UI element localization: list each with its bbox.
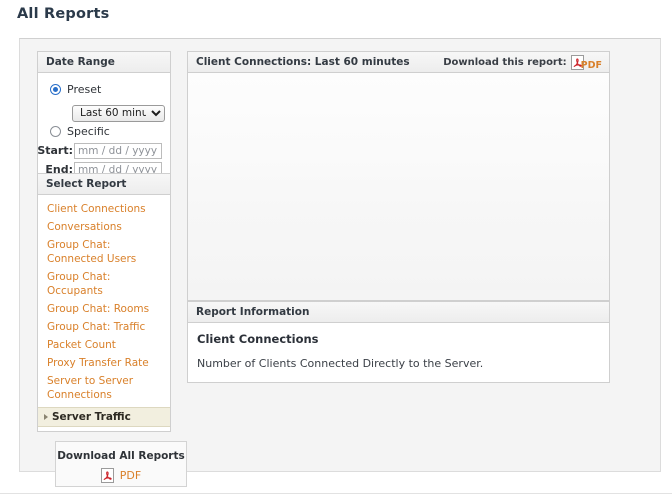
report-list-item-selected[interactable]: Server Traffic xyxy=(38,407,170,427)
start-date-row: Start: xyxy=(37,142,164,159)
download-report-pdf-link[interactable]: PDF xyxy=(570,52,605,72)
start-date-label: Start: xyxy=(37,144,73,157)
download-all-reports-title: Download All Reports xyxy=(57,450,185,462)
date-range-header: Date Range xyxy=(38,52,170,73)
select-report-panel: Select Report Client Connections Conversa… xyxy=(37,173,171,432)
pdf-icon xyxy=(100,468,114,483)
report-information-body: Client Connections Number of Clients Con… xyxy=(188,323,609,382)
chart-area xyxy=(188,73,609,300)
report-list-item[interactable]: Group Chat: Occupants xyxy=(38,268,170,300)
page-bottom-divider xyxy=(0,493,672,494)
report-list-item[interactable]: Client Connections xyxy=(38,200,170,218)
chart-panel: Client Connections: Last 60 minutes Down… xyxy=(187,51,610,301)
report-list-item[interactable]: Group Chat: Connected Users xyxy=(38,236,170,268)
select-report-header: Select Report xyxy=(38,174,170,195)
report-list-item[interactable]: Conversations xyxy=(38,218,170,236)
report-information-description: Number of Clients Connected Directly to … xyxy=(197,357,484,370)
content-frame: Date Range Preset Last 60 minutes Specif… xyxy=(19,38,661,487)
preset-radio[interactable] xyxy=(50,84,61,95)
chart-title: Client Connections: Last 60 minutes xyxy=(196,56,410,68)
download-all-pdf-label: PDF xyxy=(119,469,142,482)
report-information-header: Report Information xyxy=(188,302,609,323)
download-report-pdf-label: PDF xyxy=(580,60,602,71)
specific-radio-row[interactable]: Specific xyxy=(50,123,164,140)
specific-radio[interactable] xyxy=(50,125,61,137)
download-report-group: Download this report: PDF xyxy=(443,52,605,72)
report-information-panel: Report Information Client Connections Nu… xyxy=(187,301,610,383)
page-title: All Reports xyxy=(17,6,110,22)
chart-panel-header: Client Connections: Last 60 minutes Down… xyxy=(188,52,609,73)
report-list-item[interactable]: Group Chat: Rooms xyxy=(38,300,170,318)
report-list-item[interactable]: Server to Server Connections xyxy=(38,372,170,404)
date-range-body: Preset Last 60 minutes Specific Start: E… xyxy=(37,73,170,187)
report-list-item[interactable]: Proxy Transfer Rate xyxy=(38,354,170,372)
report-information-name: Client Connections xyxy=(197,332,319,346)
preset-select-wrapper: Last 60 minutes xyxy=(72,101,165,122)
specific-radio-label: Specific xyxy=(67,124,110,138)
preset-radio-label: Preset xyxy=(67,83,102,96)
preset-radio-row[interactable]: Preset xyxy=(50,81,164,98)
date-range-panel: Date Range Preset Last 60 minutes Specif… xyxy=(37,51,171,188)
report-list: Client Connections Conversations Group Cha… xyxy=(38,195,170,431)
download-all-reports-panel: Download All Reports PDF xyxy=(55,441,187,487)
report-list-item[interactable]: Group Chat: Traffic xyxy=(38,318,170,336)
download-all-reports-pdf-link[interactable]: PDF xyxy=(100,468,142,483)
preset-range-select[interactable]: Last 60 minutes xyxy=(72,104,165,122)
download-report-label: Download this report: xyxy=(443,57,567,68)
report-list-item[interactable]: Packet Count xyxy=(38,336,170,354)
start-date-input[interactable] xyxy=(74,142,162,159)
